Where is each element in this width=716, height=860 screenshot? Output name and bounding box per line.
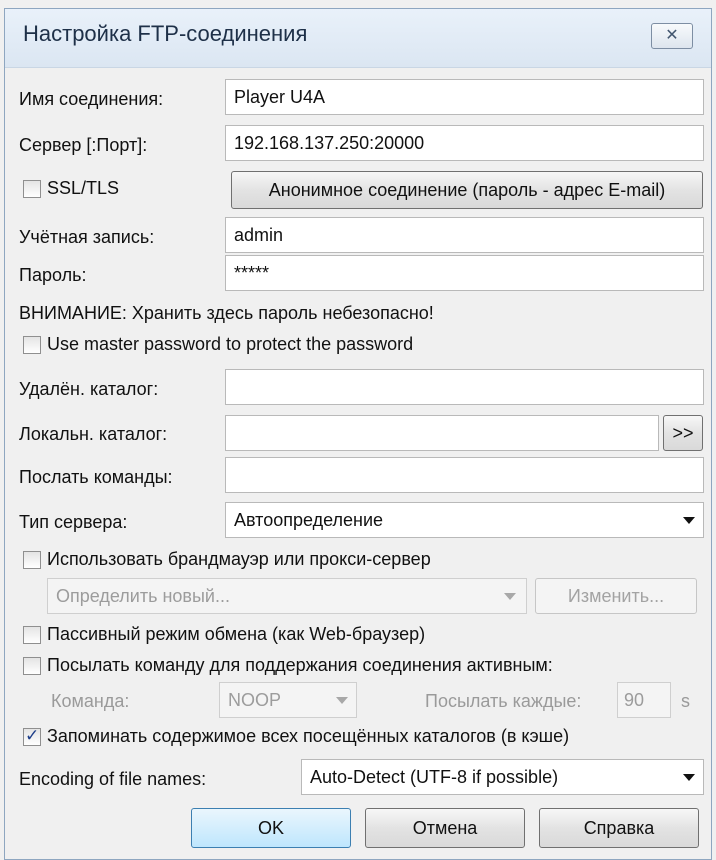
passive-mode-label: Пассивный режим обмена (как Web-браузер) [47, 624, 426, 644]
firewall-label: Использовать брандмауэр или прокси-серве… [47, 549, 431, 569]
ftp-settings-dialog: Настройка FTP-соединения ✕ Имя соединени… [4, 8, 712, 860]
firewall-checkbox[interactable] [23, 551, 41, 569]
anonymous-connection-button[interactable]: Анонимное соединение (пароль - адрес E-m… [231, 171, 703, 209]
password-input[interactable]: ***** [225, 255, 704, 291]
cache-checkbox[interactable]: ✓ [23, 726, 41, 746]
firewall-select[interactable]: Определить новый... [47, 578, 527, 614]
local-dir-input[interactable] [225, 415, 659, 451]
keepalive-command-value: NOOP [228, 690, 282, 710]
firewall-change-button[interactable]: Изменить... [535, 578, 697, 614]
server-label: Сервер [:Порт]: [19, 135, 148, 155]
close-icon: ✕ [665, 27, 679, 44]
send-commands-input[interactable] [225, 457, 704, 493]
title-bar: Настройка FTP-соединения ✕ [5, 9, 711, 68]
help-button[interactable]: Справка [539, 808, 699, 848]
password-label: Пароль: [19, 265, 87, 285]
account-input[interactable]: admin [225, 217, 704, 253]
keepalive-command-select[interactable]: NOOP [219, 682, 357, 718]
chevron-down-icon [683, 774, 695, 781]
dialog-title: Настройка FTP-соединения [23, 21, 308, 46]
keepalive-label: Посылать команду для поддержания соедине… [47, 655, 553, 675]
keepalive-interval-unit: s [681, 691, 690, 711]
keepalive-command-label: Команда: [51, 691, 130, 711]
encoding-select[interactable]: Auto-Detect (UTF-8 if possible) [301, 759, 704, 795]
master-password-checkbox[interactable] [23, 336, 41, 354]
remote-dir-label: Удалён. каталог: [19, 379, 159, 399]
server-type-select[interactable]: Автоопределение [225, 502, 704, 538]
ok-button[interactable]: OK [191, 808, 351, 848]
chevron-down-icon [336, 697, 348, 704]
chevron-down-icon [504, 593, 516, 600]
passive-mode-checkbox[interactable] [23, 626, 41, 644]
cancel-button[interactable]: Отмена [365, 808, 525, 848]
encoding-value: Auto-Detect (UTF-8 if possible) [310, 767, 559, 787]
server-input[interactable]: 192.168.137.250:20000 [225, 125, 704, 161]
keepalive-checkbox[interactable] [23, 657, 41, 675]
keepalive-interval-label: Посылать каждые: [425, 691, 582, 711]
ssl-checkbox[interactable] [23, 180, 41, 198]
local-dir-label: Локальн. каталог: [19, 424, 168, 444]
keepalive-interval-input[interactable]: 90 [617, 682, 671, 718]
checkmark-icon: ✓ [25, 726, 40, 745]
remote-dir-input[interactable] [225, 369, 704, 405]
server-type-label: Тип сервера: [19, 512, 128, 532]
password-warning: ВНИМАНИЕ: Хранить здесь пароль небезопас… [19, 303, 434, 323]
firewall-select-value: Определить новый... [56, 586, 230, 606]
close-button[interactable]: ✕ [651, 23, 693, 49]
chevron-down-icon [683, 517, 695, 524]
ssl-label: SSL/TLS [47, 178, 120, 198]
encoding-label: Encoding of file names: [19, 769, 207, 789]
master-password-label: Use master password to protect the passw… [47, 334, 414, 354]
connection-name-input[interactable]: Player U4A [225, 79, 704, 115]
send-commands-label: Послать команды: [19, 467, 173, 487]
local-dir-browse-button[interactable]: >> [663, 415, 703, 451]
account-label: Учётная запись: [19, 227, 155, 247]
connection-name-label: Имя соединения: [19, 89, 164, 109]
cache-label: Запоминать содержимое всех посещённых ка… [47, 726, 570, 746]
server-type-value: Автоопределение [234, 510, 384, 530]
